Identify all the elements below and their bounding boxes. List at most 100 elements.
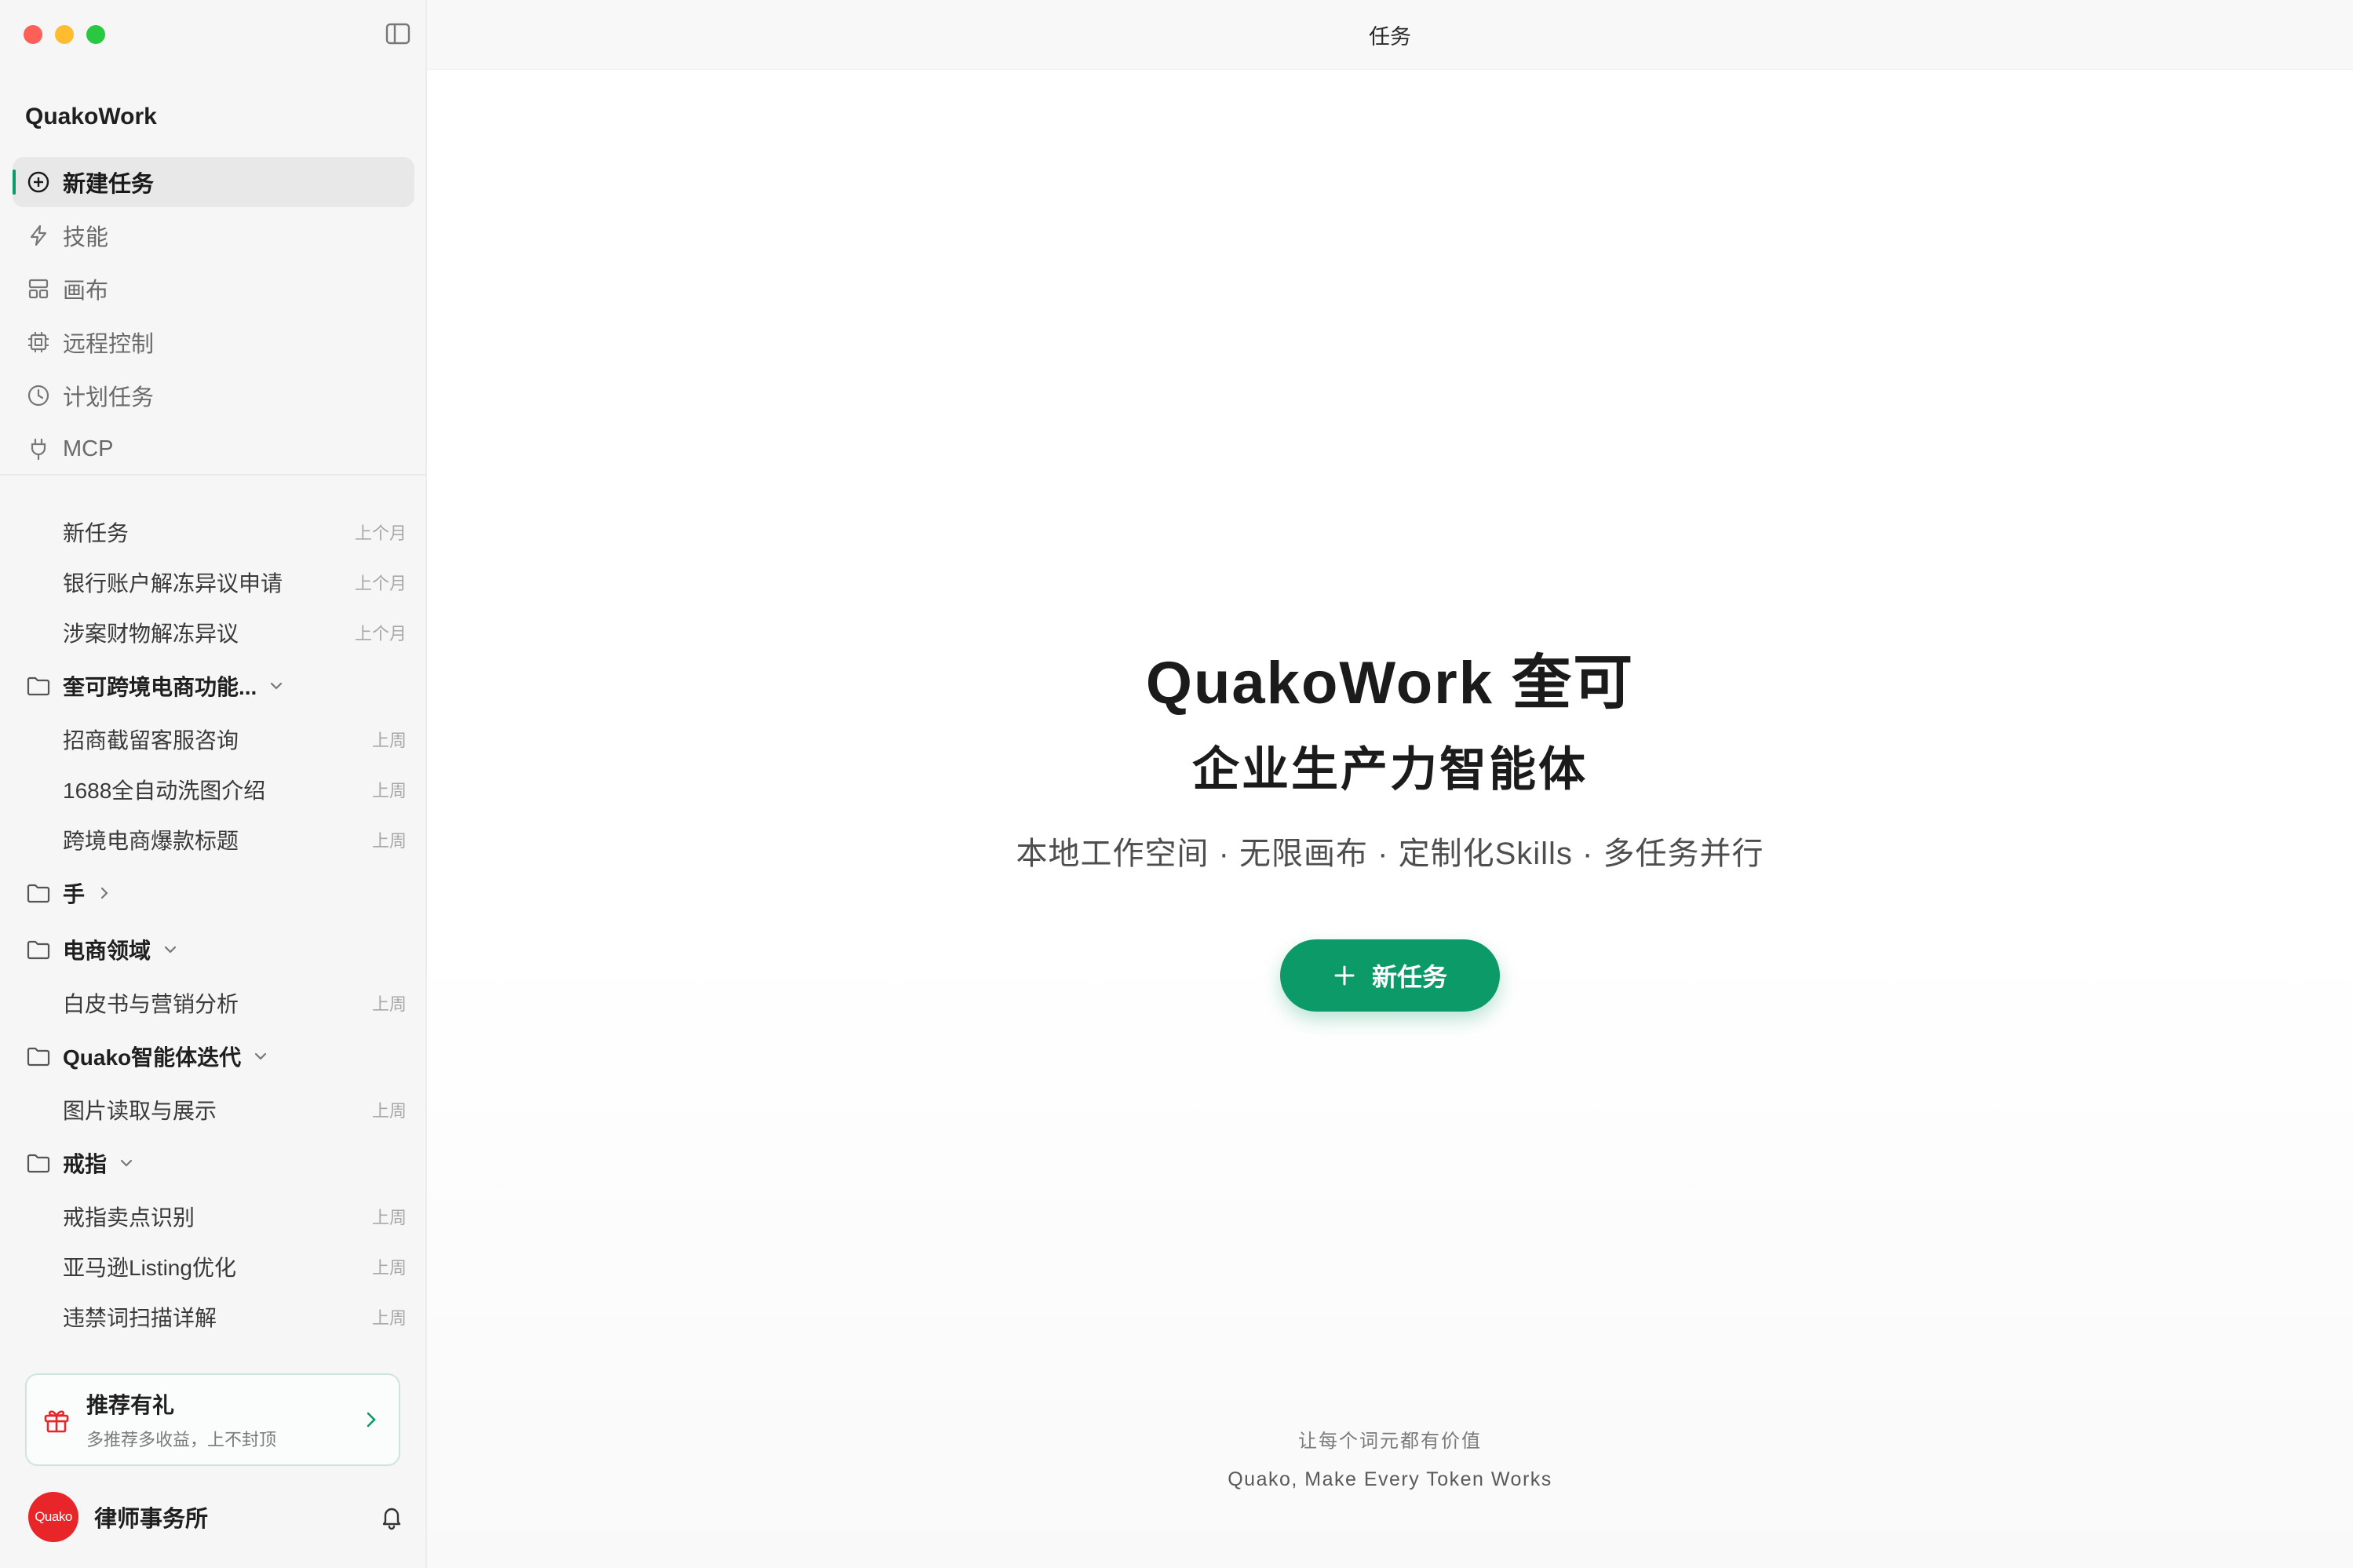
task-list: 新任务 上个月 银行账户解冻异议申请 上个月 涉案财物解冻异议 上个月 奎可跨境… [0,507,427,1342]
chevron-down-icon[interactable] [118,1154,135,1172]
chevron-down-icon[interactable] [162,941,179,958]
avatar[interactable]: Quako [28,1492,78,1542]
chevron-down-icon[interactable] [252,1048,269,1065]
task-title: 招商截留客服咨询 [63,728,239,753]
task-title: 图片读取与展示 [63,1099,217,1123]
folder-icon [27,884,50,903]
task-title: 跨境电商爆款标题 [63,829,239,853]
task-title: 戒指卖点识别 [63,1205,195,1230]
folder-item[interactable]: 戒指 [0,1135,427,1191]
user-profile[interactable]: Quako 律师事务所 [28,1491,405,1543]
app-window: QuakoWork 新建任务 技能 画布 远程控制 计划任务 MCP 新任务 上… [0,0,2353,1568]
task-item[interactable]: 图片读取与展示 上周 [0,1085,427,1135]
folder-item[interactable]: 手 [0,865,427,921]
task-time: 上周 [371,1208,407,1227]
task-title: 违禁词扫描详解 [63,1306,217,1330]
task-item[interactable]: 招商截留客服咨询 上周 [0,714,427,764]
gift-icon [44,1410,69,1433]
task-time: 上周 [371,781,407,800]
nav-item-new-task[interactable]: 新建任务 [13,157,414,207]
hero-title: QuakoWork 奎可 [1145,650,1635,717]
nav-item-mcp[interactable]: MCP [13,424,414,474]
task-time: 上周 [371,1101,407,1121]
referral-promo-card[interactable]: 推荐有礼 多推荐多收益，上不封顶 [25,1373,400,1466]
close-window-button[interactable] [24,25,42,44]
zoom-window-button[interactable] [86,25,105,44]
folder-icon [27,940,50,960]
folder-name: 戒指 [63,1152,108,1176]
plus-circle-icon [25,169,52,195]
footer-slogan-en: Quako, Make Every Token Works [1228,1468,1552,1490]
chevron-down-icon[interactable] [268,677,285,695]
nav-item-scheduled-tasks[interactable]: 计划任务 [13,370,414,421]
window-titlebar: 任务 [427,0,2353,70]
task-time: 上周 [371,1258,407,1278]
clock-icon [25,382,52,409]
task-time: 上个月 [354,624,407,644]
chevron-right-icon[interactable] [96,884,113,902]
task-title: 银行账户解冻异议申请 [63,571,283,596]
nav-item-label: 技能 [63,225,109,250]
minimize-window-button[interactable] [55,25,74,44]
plus-icon [1334,965,1355,986]
chip-icon [25,329,52,356]
hero-subtitle: 企业生产力智能体 [1192,743,1588,796]
folder-icon [27,1047,50,1067]
nav-item-label: 远程控制 [63,332,155,357]
folder-name: 手 [63,882,86,906]
nav-item-canvas[interactable]: 画布 [13,264,414,314]
task-time: 上周 [371,1308,407,1328]
folder-name: 电商领域 [63,939,151,963]
chevron-right-icon [367,1412,376,1428]
nav-item-label: 新建任务 [63,172,155,197]
promo-subtitle: 多推荐多收益，上不封顶 [86,1430,277,1449]
sidebar: QuakoWork 新建任务 技能 画布 远程控制 计划任务 MCP 新任务 上… [0,0,427,1568]
folder-name: 奎可跨境电商功能... [63,675,257,699]
footer-slogan: 让每个词元都有价值 Quako, Make Every Token Works [427,1425,2353,1491]
nav-item-remote-control[interactable]: 远程控制 [13,317,414,367]
folder-item[interactable]: 奎可跨境电商功能... [0,658,427,714]
new-task-button-label: 新任务 [1371,963,1447,991]
task-item[interactable]: 亚马逊Listing优化 上周 [0,1242,427,1292]
task-title: 涉案财物解冻异议 [63,622,239,646]
task-title: 白皮书与营销分析 [63,992,239,1016]
promo-title: 推荐有礼 [86,1393,175,1417]
window-title: 任务 [1369,24,1411,49]
task-title: 新任务 [63,521,130,545]
task-item[interactable]: 银行账户解冻异议申请 上个月 [0,557,427,607]
window-controls [24,25,105,44]
task-item[interactable]: 违禁词扫描详解 上周 [0,1292,427,1342]
task-time: 上周 [371,994,407,1014]
app-name: QuakoWork [25,104,157,129]
nav-item-label: 计划任务 [63,385,155,410]
new-task-button[interactable]: 新任务 [1280,939,1500,1012]
sidebar-nav: 新建任务 技能 画布 远程控制 计划任务 MCP [13,157,414,477]
task-time: 上个月 [354,574,407,593]
welcome-hero: QuakoWork 奎可 企业生产力智能体 本地工作空间 · 无限画布 · 定制… [427,634,2353,1012]
plug-icon [25,436,52,462]
task-time: 上个月 [354,523,407,543]
nav-item-label: MCP [63,436,114,461]
layout-grid-icon [25,275,52,302]
folder-item[interactable]: 电商领域 [0,921,427,978]
lightning-icon [25,222,52,249]
folder-icon [27,1154,50,1173]
hero-tagline: 本地工作空间 · 无限画布 · 定制化Skills · 多任务并行 [1016,837,1764,871]
sidebar-toggle-icon[interactable] [385,22,411,46]
task-item[interactable]: 跨境电商爆款标题 上周 [0,815,427,865]
bell-icon[interactable] [378,1504,405,1530]
sidebar-divider [0,474,427,476]
footer-slogan-zh: 让每个词元都有价值 [1298,1431,1482,1452]
task-title: 1688全自动洗图介绍 [63,779,266,803]
task-item[interactable]: 戒指卖点识别 上周 [0,1191,427,1242]
task-item[interactable]: 白皮书与营销分析 上周 [0,978,427,1028]
user-name: 律师事务所 [94,1507,209,1532]
task-item[interactable]: 新任务 上个月 [0,507,427,557]
task-item[interactable]: 涉案财物解冻异议 上个月 [0,607,427,658]
folder-item[interactable]: Quako智能体迭代 [0,1028,427,1085]
folder-name: Quako智能体迭代 [63,1045,242,1070]
task-time: 上周 [371,831,407,851]
task-item[interactable]: 1688全自动洗图介绍 上周 [0,764,427,815]
nav-item-skills[interactable]: 技能 [13,210,414,261]
task-time: 上周 [371,731,407,750]
